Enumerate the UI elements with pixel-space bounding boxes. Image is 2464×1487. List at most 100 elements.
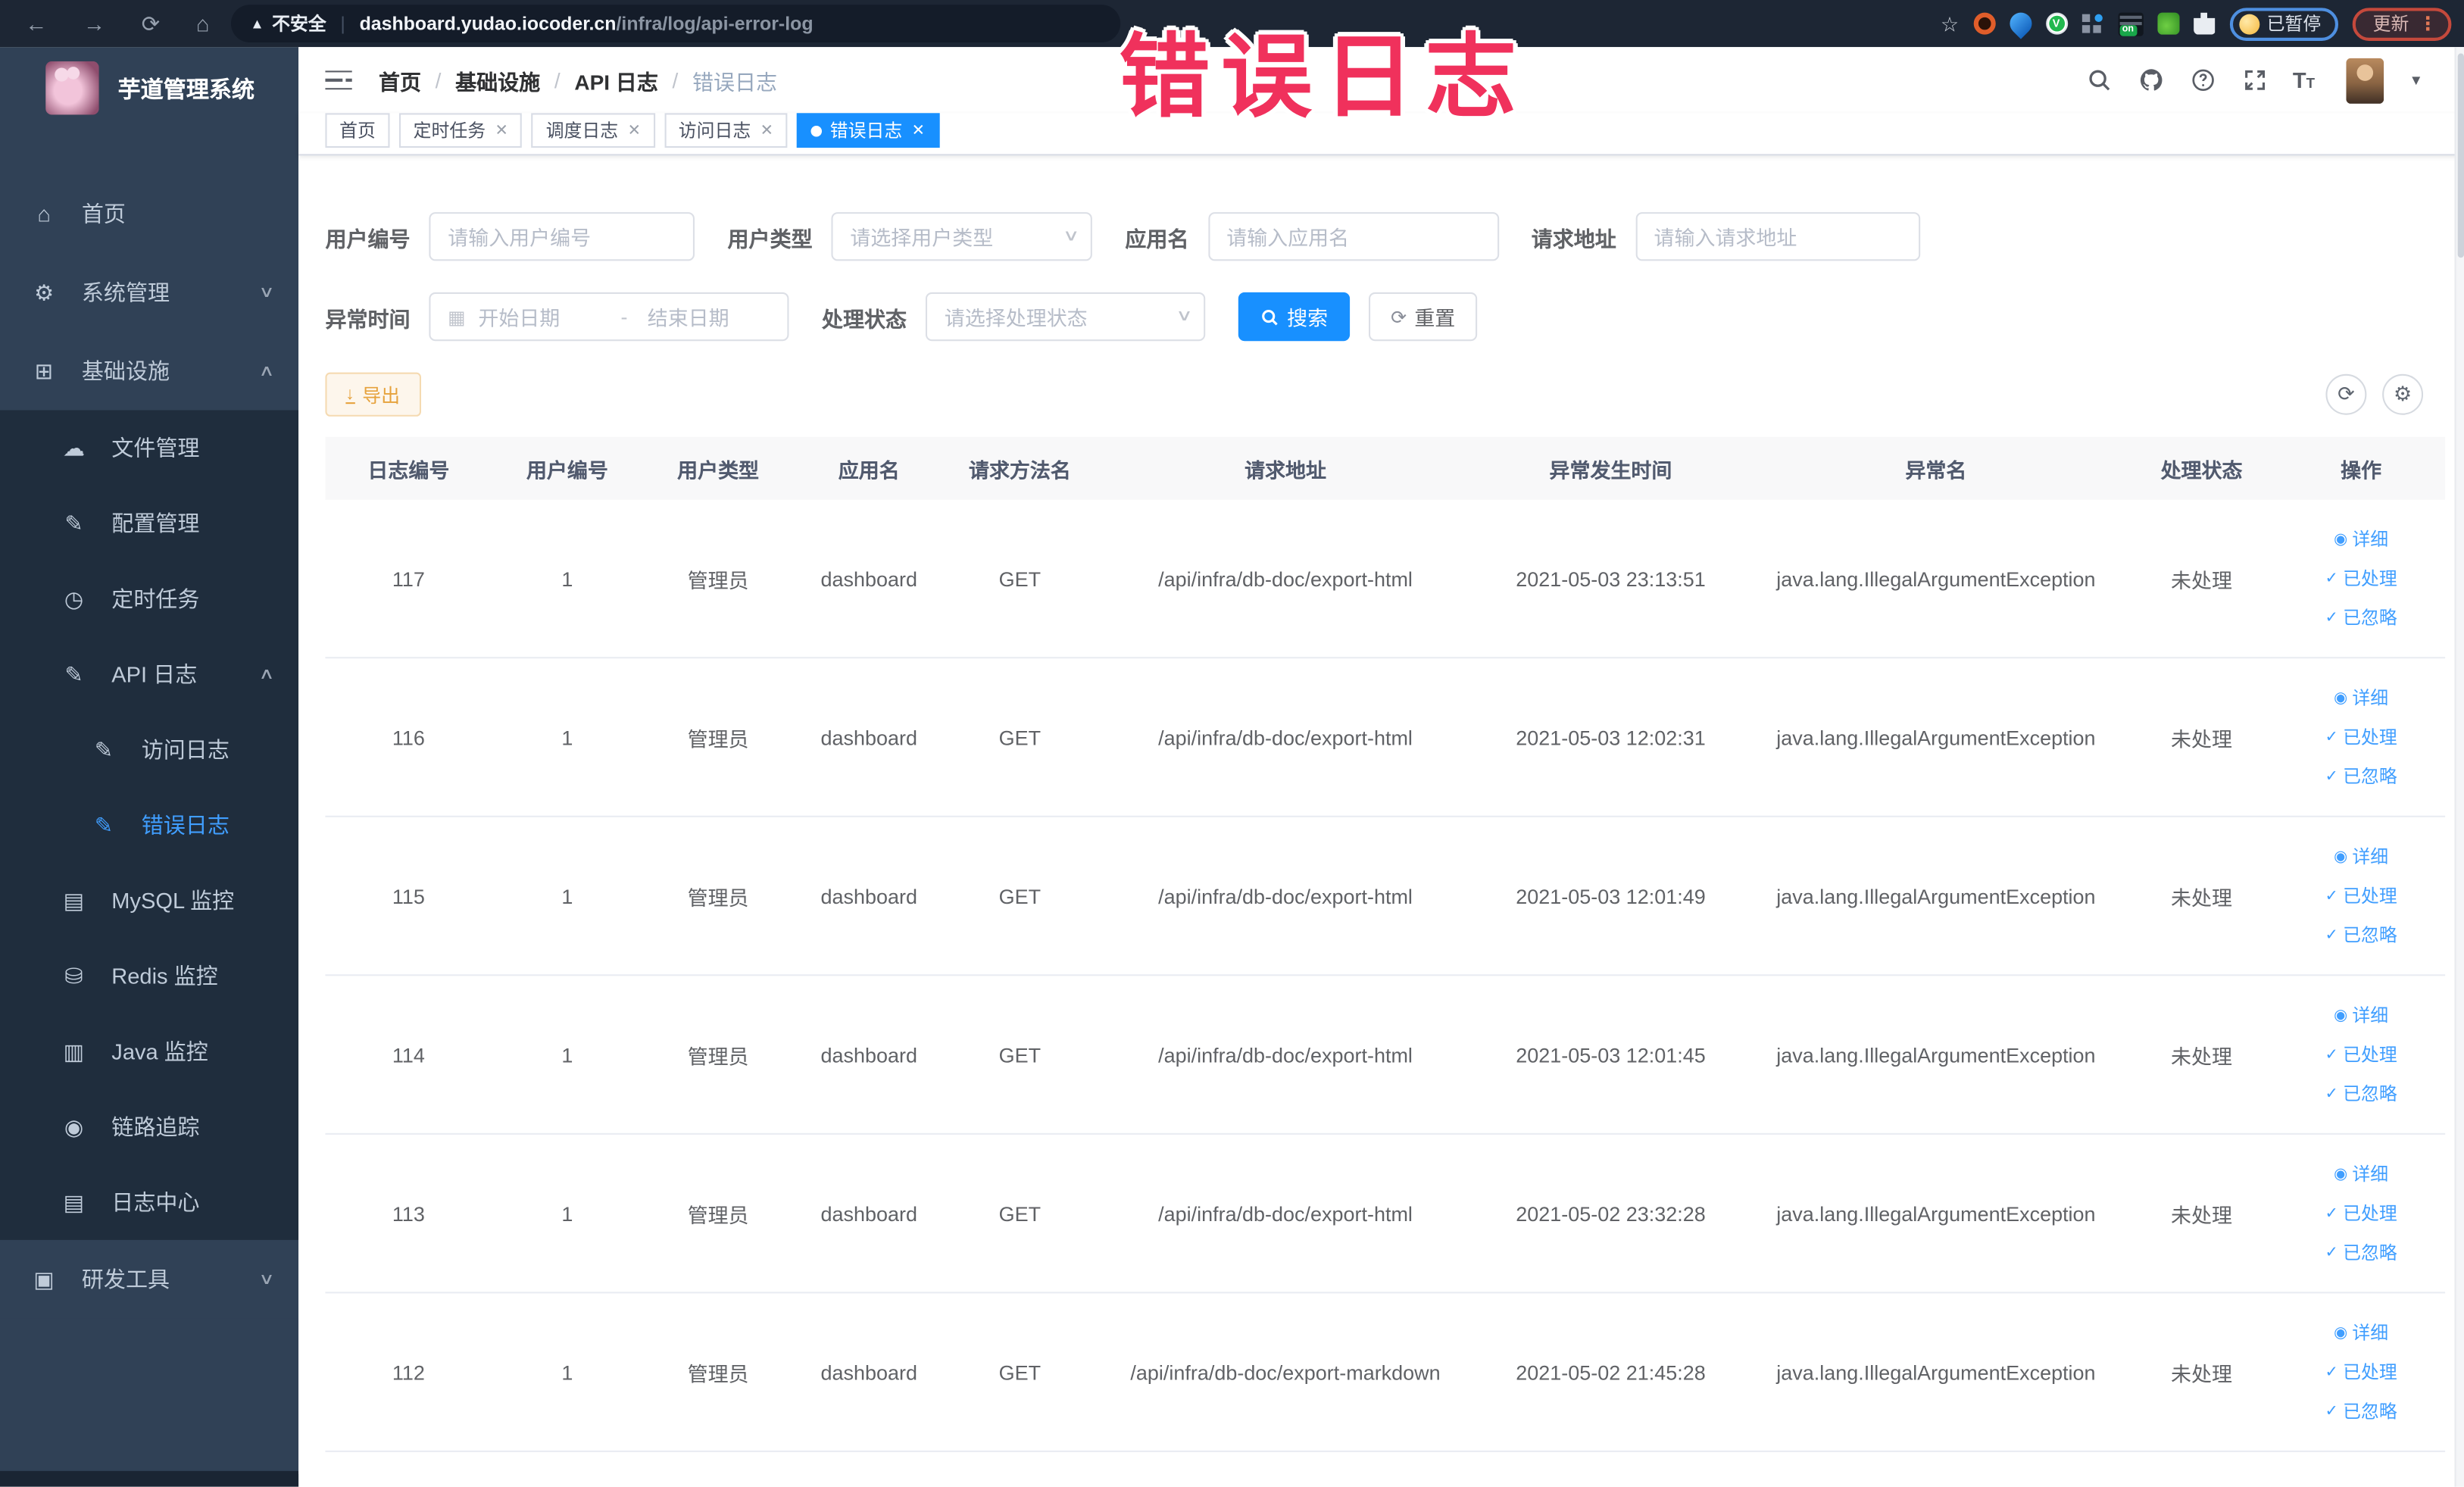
address-bar[interactable]: ▲ 不安全 | dashboard.yudao.iocoder.cn/infra…	[231, 5, 1121, 43]
browser-home-icon[interactable]: ⌂	[196, 13, 210, 35]
extension-icon-blue-shield[interactable]	[2004, 8, 2036, 39]
extension-icon-sprout[interactable]	[2156, 12, 2179, 35]
tab-scheduled-tasks[interactable]: 定时任务 ✕	[398, 113, 523, 148]
mark-processed-link[interactable]: ✓ 已处理	[2325, 566, 2397, 591]
tab-error-log[interactable]: 错误日志 ✕	[797, 113, 939, 148]
sidebar-item-label: 配置管理	[111, 511, 200, 536]
browser-update-button[interactable]: 更新 ⋮	[2352, 7, 2452, 40]
font-size-icon[interactable]: TT	[2293, 67, 2315, 92]
github-icon[interactable]	[2138, 67, 2164, 93]
detail-link[interactable]: ◉ 详细	[2334, 526, 2388, 551]
sidebar-item-access-log[interactable]: ✎ 访问日志	[0, 712, 298, 788]
cell-actions: ◉ 详细 ✓ 已处理 ✓ 已忽略	[2277, 526, 2445, 630]
sidebar-item-api-log[interactable]: ✎ API 日志 ∧	[0, 636, 298, 712]
browser-menu-kebab-icon[interactable]: ⋮	[2419, 13, 2437, 35]
tab-home[interactable]: 首页	[325, 113, 390, 148]
browser-forward-icon[interactable]: →	[83, 13, 105, 35]
sidebar-item-dev-tools[interactable]: ▣ 研发工具 ∨	[0, 1240, 298, 1319]
mark-processed-link[interactable]: ✓ 已处理	[2325, 1201, 2397, 1226]
mark-ignored-link[interactable]: ✓ 已忽略	[2325, 1398, 2397, 1423]
extension-icon-switch-on[interactable]: on	[2117, 11, 2143, 36]
header-log-id: 日志编号	[367, 458, 450, 482]
page-scrollbar-thumb[interactable]	[2457, 53, 2464, 258]
sidebar-item-redis-monitor[interactable]: ⛁ Redis 监控	[0, 939, 298, 1014]
reset-button[interactable]: ⟳ 重置	[1369, 292, 1478, 342]
tab-close-icon[interactable]: ✕	[628, 122, 641, 139]
detail-link[interactable]: ◉ 详细	[2334, 1161, 2388, 1186]
extension-icon-orange[interactable]	[1972, 12, 1995, 35]
sidebar-item-error-log[interactable]: ✎ 错误日志	[0, 787, 298, 863]
sidebar-item-config-management[interactable]: ✎ 配置管理	[0, 486, 298, 561]
sidebar-item-home[interactable]: ⌂ 首页	[0, 174, 298, 253]
sidebar-item-file-management[interactable]: ☁ 文件管理	[0, 410, 298, 486]
tab-dispatch-log[interactable]: 调度日志 ✕	[532, 113, 655, 148]
detail-link[interactable]: ◉ 详细	[2334, 686, 2388, 711]
extensions-puzzle-icon[interactable]	[2193, 12, 2216, 35]
user-avatar[interactable]	[2346, 57, 2384, 103]
sidebar-item-log-center[interactable]: ▤ 日志中心	[0, 1164, 298, 1240]
sidebar-item-system-management[interactable]: ⚙ 系统管理 ∨	[0, 253, 298, 332]
cell-user-type: 管理员	[687, 567, 749, 592]
cell-exception-time: 2021-05-03 12:02:31	[1516, 725, 1706, 749]
mark-ignored-link[interactable]: ✓ 已忽略	[2325, 1240, 2397, 1265]
table-header-row: 日志编号 用户编号 用户类型 应用名 请求方法名 请求地址 异常发生时间 异常名…	[325, 436, 2446, 500]
tab-label: 访问日志	[678, 122, 751, 142]
fullscreen-icon[interactable]	[2241, 67, 2267, 93]
tab-close-icon[interactable]: ✕	[495, 122, 508, 139]
search-icon[interactable]	[2085, 67, 2112, 93]
mark-processed-link[interactable]: ✓ 已处理	[2325, 1042, 2397, 1067]
detail-link[interactable]: ◉ 详细	[2334, 1003, 2388, 1028]
sidebar-item-java-monitor[interactable]: ▥ Java 监控	[0, 1014, 298, 1089]
detail-link[interactable]: ◉ 详细	[2334, 844, 2388, 869]
mark-processed-link[interactable]: ✓ 已处理	[2325, 1360, 2397, 1385]
date-start-input[interactable]: 开始日期	[478, 301, 601, 331]
cell-user-type: 管理员	[687, 1044, 749, 1068]
mark-ignored-link[interactable]: ✓ 已忽略	[2325, 764, 2397, 789]
column-settings-button[interactable]: ⚙	[2382, 373, 2424, 415]
browser-reload-icon[interactable]: ⟳	[142, 13, 160, 35]
app-logo[interactable]: 芋道管理系统	[0, 47, 298, 129]
sidebar-item-label: API 日志	[111, 661, 198, 687]
extension-icon-grid[interactable]	[2081, 13, 2103, 35]
tab-close-icon[interactable]: ✕	[760, 122, 773, 139]
user-id-input[interactable]: 请输入用户编号	[429, 212, 695, 261]
date-range-picker[interactable]: ▦ 开始日期 - 结束日期	[429, 292, 789, 342]
select-caret-icon: ∨	[1175, 308, 1193, 326]
sidebar-toggle-icon[interactable]	[325, 70, 352, 90]
help-icon[interactable]	[2189, 67, 2216, 93]
mark-processed-link[interactable]: ✓ 已处理	[2325, 883, 2397, 908]
detail-link[interactable]: ◉ 详细	[2334, 1320, 2388, 1345]
cell-actions: ◉ 详细 ✓ 已处理 ✓ 已忽略	[2277, 686, 2445, 789]
app-name-input[interactable]: 请输入应用名	[1207, 212, 1499, 261]
mark-ignored-link[interactable]: ✓ 已忽略	[2325, 605, 2397, 630]
export-button[interactable]: ↓ 导出	[325, 372, 420, 417]
breadcrumb-infrastructure[interactable]: 基础设施	[455, 64, 540, 95]
mark-processed-link[interactable]: ✓ 已处理	[2325, 724, 2397, 749]
extension-icon-green-v[interactable]: V	[2045, 12, 2068, 35]
user-type-select[interactable]: 请选择用户类型 ∨	[831, 212, 1092, 261]
sidebar-item-mysql-monitor[interactable]: ▤ MySQL 监控	[0, 863, 298, 939]
browser-back-icon[interactable]: ←	[25, 13, 47, 35]
tab-close-icon[interactable]: ✕	[912, 122, 925, 139]
breadcrumb-api-log[interactable]: API 日志	[574, 64, 658, 95]
sidebar-item-scheduled-tasks[interactable]: ◷ 定时任务	[0, 561, 298, 637]
request-url-input[interactable]: 请输入请求地址	[1635, 212, 1920, 261]
mark-ignored-link[interactable]: ✓ 已忽略	[2325, 923, 2397, 948]
page-scrollbar[interactable]	[2454, 47, 2464, 1487]
mark-ignored-link[interactable]: ✓ 已忽略	[2325, 1081, 2397, 1106]
check-icon: ✓	[2325, 1085, 2338, 1103]
refresh-table-button[interactable]: ⟳	[2325, 373, 2367, 415]
sidebar-item-trace[interactable]: ◉ 链路追踪	[0, 1089, 298, 1165]
breadcrumb-home[interactable]: 首页	[379, 64, 421, 95]
process-status-select[interactable]: 请选择处理状态 ∨	[925, 292, 1206, 342]
tab-access-log[interactable]: 访问日志 ✕	[664, 113, 788, 148]
profile-paused-badge[interactable]: 已暂停	[2228, 7, 2339, 40]
filter-process-status: 处理状态 请选择处理状态 ∨	[822, 292, 1206, 342]
table-row: 115 1 管理员 dashboard GET /api/infra/db-do…	[325, 817, 2446, 976]
exception-time-label: 异常时间	[325, 307, 411, 331]
sidebar-item-infrastructure[interactable]: ⊞ 基础设施 ∧	[0, 332, 298, 411]
date-end-input[interactable]: 结束日期	[648, 301, 770, 331]
user-menu-caret-icon[interactable]: ▼	[2409, 72, 2424, 88]
search-button[interactable]: 搜索	[1238, 292, 1351, 342]
bookmark-star-icon[interactable]: ☆	[1941, 14, 1959, 34]
